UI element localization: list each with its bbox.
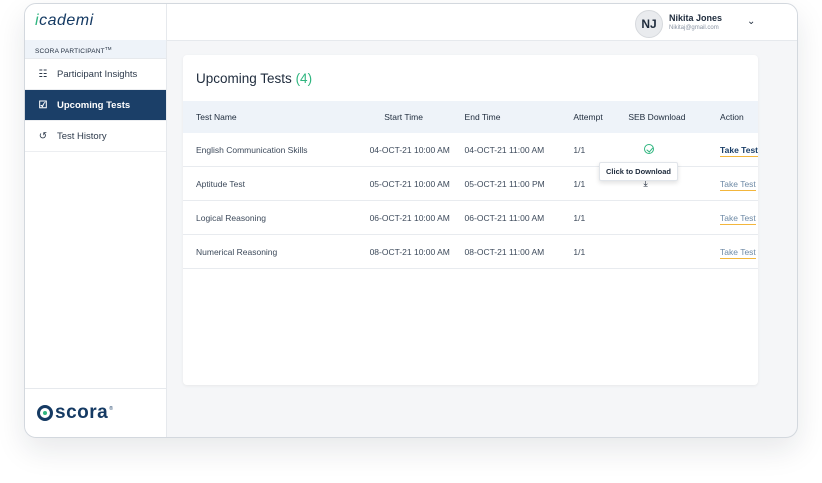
take-test-link[interactable]: Take Test bbox=[720, 144, 758, 157]
sidebar-item-label: Participant Insights bbox=[57, 68, 138, 80]
scora-text: scora bbox=[55, 402, 109, 423]
download-tooltip: Click to Download bbox=[599, 162, 679, 181]
table-header: Test Name Start Time End Time Attempt SE… bbox=[183, 101, 758, 133]
sidebar-item-label: Upcoming Tests bbox=[57, 99, 131, 111]
test-name: Aptitude Test bbox=[183, 166, 356, 201]
brand-logo[interactable]: icademi bbox=[25, 4, 167, 40]
take-test-link[interactable]: Take Test bbox=[720, 178, 756, 191]
test-name: English Communication Skills bbox=[183, 133, 356, 167]
col-start-time: Start Time bbox=[355, 101, 452, 133]
col-attempt: Attempt bbox=[560, 101, 612, 133]
avatar: NJ bbox=[635, 10, 663, 38]
end-time: 04-OCT-21 11:00 AM bbox=[451, 133, 561, 167]
start-time: 06-OCT-21 10:00 AM bbox=[355, 200, 452, 235]
end-time: 08-OCT-21 11:00 AM bbox=[451, 234, 561, 269]
test-name: Logical Reasoning bbox=[183, 200, 356, 235]
top-bar: icademi NJ Nikita Jones Nikitaj@gmail.co… bbox=[25, 4, 797, 41]
sidebar: SCORA PARTICIPANTTM ☷ Participant Insigh… bbox=[25, 40, 167, 437]
take-test-link[interactable]: Take Test bbox=[720, 212, 756, 225]
test-count: (4) bbox=[295, 71, 313, 86]
start-time: 05-OCT-21 10:00 AM bbox=[355, 166, 452, 201]
scora-mark-icon bbox=[37, 405, 53, 421]
trademark: TM bbox=[104, 46, 112, 51]
sidebar-item-test-history[interactable]: ↺ Test History bbox=[25, 121, 166, 152]
test-name: Numerical Reasoning bbox=[183, 234, 356, 269]
end-time: 06-OCT-21 11:00 AM bbox=[451, 200, 561, 235]
calendar-check-icon: ☑ bbox=[38, 99, 48, 111]
tests-table: Test Name Start Time End Time Attempt SE… bbox=[183, 101, 758, 269]
start-time: 08-OCT-21 10:00 AM bbox=[355, 234, 452, 269]
upcoming-tests-card: Upcoming Tests (4) Test Name Start Time … bbox=[183, 55, 758, 385]
table-row: Logical Reasoning 06-OCT-21 10:00 AM 06-… bbox=[183, 200, 758, 235]
sidebar-item-label: Test History bbox=[57, 130, 107, 142]
start-time: 04-OCT-21 10:00 AM bbox=[355, 133, 452, 167]
user-email: Nikitaj@gmail.com bbox=[669, 25, 719, 31]
seb-download-cell bbox=[611, 200, 699, 235]
seb-download-cell bbox=[611, 234, 699, 269]
registered-icon: ® bbox=[109, 406, 113, 412]
col-seb-download: SEB Download bbox=[611, 101, 699, 133]
end-time: 05-OCT-21 11:00 PM bbox=[451, 166, 561, 201]
attempt: 1/1 bbox=[560, 234, 612, 269]
user-menu[interactable]: NJ Nikita Jones Nikitaj@gmail.com ⌄ bbox=[635, 10, 761, 38]
user-name: Nikita Jones bbox=[669, 13, 723, 23]
col-action: Action bbox=[698, 101, 758, 133]
grid-icon: ☷ bbox=[38, 68, 48, 80]
table-row: Numerical Reasoning 08-OCT-21 10:00 AM 0… bbox=[183, 234, 758, 269]
logo-text: cademi bbox=[39, 12, 94, 29]
sidebar-footer: scora ® bbox=[25, 388, 166, 437]
chevron-down-icon[interactable]: ⌄ bbox=[747, 16, 755, 27]
take-test-link[interactable]: Take Test bbox=[720, 246, 756, 259]
app-window: icademi NJ Nikita Jones Nikitaj@gmail.co… bbox=[24, 3, 798, 438]
sidebar-item-upcoming-tests[interactable]: ☑ Upcoming Tests bbox=[25, 90, 166, 121]
col-test-name: Test Name bbox=[183, 101, 356, 133]
attempt: 1/1 bbox=[560, 200, 612, 235]
sidebar-item-participant-insights[interactable]: ☷ Participant Insights bbox=[25, 59, 166, 90]
col-end-time: End Time bbox=[451, 101, 561, 133]
scora-logo: scora ® bbox=[37, 402, 113, 424]
page-title: Upcoming Tests (4) bbox=[196, 71, 313, 86]
check-circle-icon bbox=[644, 143, 655, 154]
role-label: SCORA PARTICIPANTTM bbox=[25, 40, 166, 59]
history-icon: ↺ bbox=[38, 130, 48, 142]
